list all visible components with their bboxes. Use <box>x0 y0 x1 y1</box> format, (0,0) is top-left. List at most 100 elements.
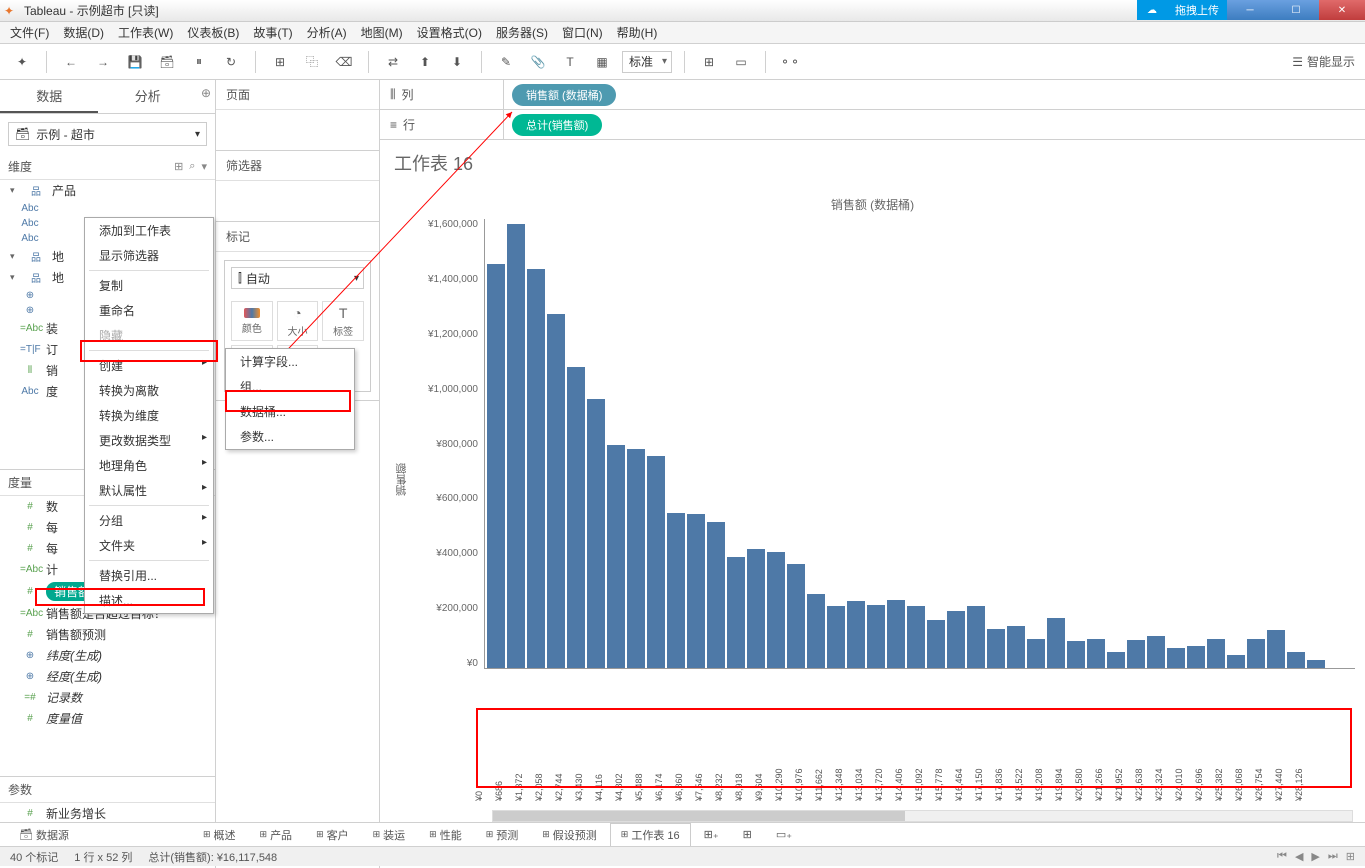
bar[interactable] <box>487 264 505 668</box>
forward-icon[interactable]: → <box>91 50 115 74</box>
menu-window[interactable]: 窗口(N) <box>562 24 603 41</box>
menu-item[interactable]: 隐藏 <box>85 323 213 348</box>
menu-format[interactable]: 设置格式(O) <box>417 24 482 41</box>
sheet-tab[interactable]: ⊞ 预测 <box>475 823 530 847</box>
tab-analysis[interactable]: 分析 <box>98 80 196 113</box>
nav-grid-icon[interactable]: ⊞ <box>1346 850 1355 863</box>
bar[interactable] <box>527 269 545 668</box>
bar[interactable] <box>507 224 525 668</box>
refresh-icon[interactable]: ↻ <box>219 50 243 74</box>
menu-story[interactable]: 故事(T) <box>253 24 292 41</box>
menu-item[interactable]: 文件夹 <box>85 533 213 558</box>
menu-item[interactable]: 参数... <box>226 424 354 449</box>
bar[interactable] <box>787 564 805 668</box>
sheet-tab[interactable]: ⊞ 性能 <box>418 823 473 847</box>
bar[interactable] <box>607 445 625 668</box>
field-item[interactable]: ⊕经度(生成) <box>0 666 215 687</box>
bar[interactable] <box>1007 626 1025 668</box>
save-icon[interactable]: 💾 <box>123 50 147 74</box>
pause-updates-icon[interactable]: ⏸ <box>187 50 211 74</box>
menu-item[interactable]: 默认属性 <box>85 478 213 503</box>
menu-item[interactable]: 创建 <box>85 353 213 378</box>
bar[interactable] <box>707 522 725 668</box>
bar[interactable] <box>907 606 925 668</box>
field-item[interactable]: =#记录数 <box>0 687 215 708</box>
bar[interactable] <box>647 456 665 668</box>
sort-asc-icon[interactable]: ⬆ <box>413 50 437 74</box>
create-submenu[interactable]: 计算字段...组...数据桶...参数... <box>225 348 355 450</box>
bar[interactable] <box>767 552 785 668</box>
bar[interactable] <box>1027 639 1045 668</box>
menu-server[interactable]: 服务器(S) <box>496 24 548 41</box>
cloud-icon[interactable]: ☁ <box>1137 0 1167 20</box>
field-item[interactable]: #新业务增长 <box>0 803 215 824</box>
menu-item[interactable]: 地理角色 <box>85 453 213 478</box>
swap-icon[interactable]: ⇄ <box>381 50 405 74</box>
field-item[interactable]: ⊕纬度(生成) <box>0 645 215 666</box>
bar[interactable] <box>1087 639 1105 668</box>
bar[interactable] <box>547 314 565 668</box>
smart-show-button[interactable]: ☰ 智能显示 <box>1292 53 1355 70</box>
bar[interactable] <box>1267 630 1285 668</box>
bar[interactable] <box>567 367 585 668</box>
bar[interactable] <box>927 620 945 668</box>
field-item[interactable]: #度量值 <box>0 708 215 729</box>
menu-item[interactable]: 描述... <box>85 588 213 613</box>
bar[interactable] <box>627 449 645 668</box>
marks-size[interactable]: ◔大小 <box>277 301 319 341</box>
menu-help[interactable]: 帮助(H) <box>617 24 658 41</box>
tab-data[interactable]: 数据 <box>0 80 98 113</box>
bar[interactable] <box>867 605 885 668</box>
menu-item[interactable]: 转换为离散 <box>85 378 213 403</box>
bar[interactable] <box>987 629 1005 668</box>
menu-item[interactable]: 替换引用... <box>85 563 213 588</box>
nav-last-icon[interactable]: ⏭ <box>1328 850 1338 863</box>
menu-map[interactable]: 地图(M) <box>361 24 403 41</box>
bar[interactable] <box>847 601 865 668</box>
menu-item[interactable]: 添加到工作表 <box>85 218 213 243</box>
bar[interactable] <box>727 557 745 668</box>
horizontal-scrollbar[interactable] <box>492 810 1353 822</box>
marks-label[interactable]: T标签 <box>322 301 364 341</box>
nav-prev-icon[interactable]: ◀ <box>1295 850 1303 863</box>
bar[interactable] <box>1207 639 1225 668</box>
back-icon[interactable]: ← <box>59 50 83 74</box>
menu-item[interactable]: 显示筛选器 <box>85 243 213 268</box>
bar[interactable] <box>587 399 605 668</box>
bar[interactable] <box>1067 641 1085 668</box>
marks-type-select[interactable]: ⫿ 自动 <box>231 267 364 289</box>
bar[interactable] <box>747 549 765 668</box>
bar[interactable] <box>687 514 705 669</box>
nav-next-icon[interactable]: ▶ <box>1311 850 1319 863</box>
bar[interactable] <box>1247 639 1265 668</box>
maximize-button[interactable]: ☐ <box>1273 0 1319 20</box>
bar[interactable] <box>1107 652 1125 668</box>
pin-icon[interactable]: 📎 <box>526 50 550 74</box>
view-icon[interactable]: ⊞ <box>174 160 183 173</box>
duplicate-icon[interactable]: ⿻ <box>300 50 324 74</box>
menu-item[interactable]: 数据桶... <box>226 399 354 424</box>
bar[interactable] <box>1187 646 1205 668</box>
bar[interactable] <box>947 611 965 668</box>
minimize-button[interactable]: ─ <box>1227 0 1273 20</box>
column-pill[interactable]: 销售额 (数据桶) <box>512 84 616 106</box>
fit-combo[interactable]: 标准 <box>622 51 672 73</box>
sort-desc-icon[interactable]: ⬇ <box>445 50 469 74</box>
menu-item[interactable]: 分组 <box>85 508 213 533</box>
bar[interactable] <box>967 606 985 668</box>
bar[interactable] <box>1227 655 1245 668</box>
menu-item[interactable]: 计算字段... <box>226 349 354 374</box>
close-button[interactable]: ✕ <box>1319 0 1365 20</box>
tableau-icon[interactable]: ✦ <box>10 50 34 74</box>
sheet-tab[interactable]: ⊞ 概述 <box>192 823 247 847</box>
menu-item[interactable]: 重命名 <box>85 298 213 323</box>
search-icon[interactable]: ⌕ <box>189 160 195 173</box>
bar[interactable] <box>1047 618 1065 668</box>
new-dashboard-button[interactable]: ⊞ <box>732 824 763 845</box>
new-story-button[interactable]: ▭₊ <box>765 824 803 845</box>
new-datasource-icon[interactable]: 🗃 <box>155 50 179 74</box>
marks-color[interactable]: 颜色 <box>231 301 273 341</box>
bar[interactable] <box>1307 660 1325 668</box>
sheet-tab[interactable]: ⊞ 工作表 16 <box>610 823 691 847</box>
row-pill[interactable]: 总计(销售额) <box>512 114 602 136</box>
